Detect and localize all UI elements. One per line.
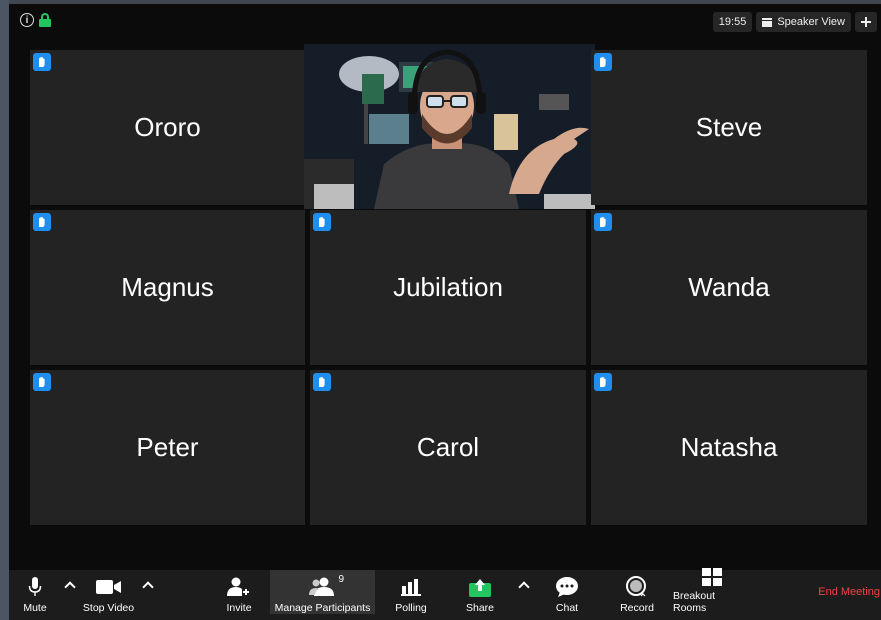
mute-button[interactable]: Mute [19, 570, 51, 614]
manage-participants-label: Manage Participants [274, 602, 371, 614]
participant-name: Natasha [680, 432, 778, 462]
fullscreen-button[interactable] [855, 12, 877, 32]
raised-hand-icon [594, 373, 612, 391]
window-left-edge [0, 0, 9, 620]
fullscreen-icon [861, 17, 871, 27]
participant-tile-carol[interactable]: Carol [310, 370, 586, 525]
invite-button[interactable]: Invite [221, 570, 257, 614]
chat-button[interactable]: Chat [552, 570, 582, 614]
raised-hand-icon [33, 373, 51, 391]
participant-name: Wanda [688, 272, 770, 302]
participant-name: Ororo [134, 112, 201, 142]
participants-icon: 9 [308, 574, 344, 598]
share-screen-icon [469, 576, 491, 598]
video-options-caret[interactable] [142, 580, 154, 590]
topbar-controls: 19:55 Speaker View [712, 12, 877, 32]
participant-name: Carol [416, 432, 480, 462]
participant-video-feed [304, 44, 595, 209]
participant-name: Peter [136, 432, 199, 462]
meeting-toolbar: Mute Stop Video Invite 9 Manage Particip… [9, 568, 881, 620]
participant-name: Steve [695, 112, 763, 142]
info-icon[interactable]: i [20, 13, 34, 27]
raised-hand-icon [33, 213, 51, 231]
mute-label: Mute [23, 602, 47, 614]
raised-hand-icon [313, 213, 331, 231]
record-button[interactable]: Record [617, 570, 657, 614]
participant-video-tile[interactable] [304, 44, 595, 209]
raised-hand-icon [33, 53, 51, 71]
meeting-time: 19:55 [712, 12, 753, 32]
microphone-icon [28, 576, 42, 598]
breakout-rooms-button[interactable]: Breakout Rooms [673, 568, 751, 614]
speaker-view-icon [762, 17, 773, 27]
lock-icon[interactable] [39, 13, 51, 27]
participant-name: Magnus [121, 272, 214, 302]
polling-label: Polling [395, 602, 427, 614]
raised-hand-icon [594, 213, 612, 231]
manage-participants-button[interactable]: 9 Manage Participants [272, 570, 373, 614]
polling-button[interactable]: Polling [392, 570, 430, 614]
polling-icon [401, 576, 421, 598]
participant-tile-peter[interactable]: Peter [30, 370, 305, 525]
participant-tile-wanda[interactable]: Wanda [591, 210, 867, 365]
invite-label: Invite [226, 602, 252, 614]
participant-tile-natasha[interactable]: Natasha [591, 370, 867, 525]
share-options-caret[interactable] [518, 580, 530, 590]
participant-tile-magnus[interactable]: Magnus [30, 210, 305, 365]
participant-name: Jubilation [393, 272, 503, 302]
end-meeting-button[interactable]: End Meeting [818, 586, 880, 598]
raised-hand-icon [594, 53, 612, 71]
chat-label: Chat [555, 602, 579, 614]
invite-icon [227, 576, 251, 598]
speaker-view-button[interactable]: Speaker View [756, 12, 851, 32]
meeting-info-area: i [20, 13, 51, 27]
stop-video-label: Stop Video [82, 602, 135, 614]
stop-video-button[interactable]: Stop Video [81, 570, 136, 614]
raised-hand-icon [313, 373, 331, 391]
participant-tile-ororo[interactable]: Ororo [30, 50, 305, 205]
participant-count-badge: 9 [338, 574, 345, 585]
time-label: 19:55 [718, 16, 747, 28]
breakout-rooms-label: Breakout Rooms [673, 590, 716, 614]
record-label: Record [620, 602, 654, 614]
participant-tile-jubilation[interactable]: Jubilation [310, 210, 586, 365]
participant-tile-steve[interactable]: Steve [591, 50, 867, 205]
audio-options-caret[interactable] [64, 580, 76, 590]
breakout-rooms-icon [702, 568, 722, 586]
share-label: Share [465, 602, 495, 614]
record-icon [626, 576, 648, 598]
view-mode-label: Speaker View [777, 16, 845, 28]
chat-icon [556, 576, 578, 598]
share-button[interactable]: Share [464, 570, 496, 614]
window-top-edge [0, 0, 881, 4]
video-camera-icon [95, 576, 122, 598]
